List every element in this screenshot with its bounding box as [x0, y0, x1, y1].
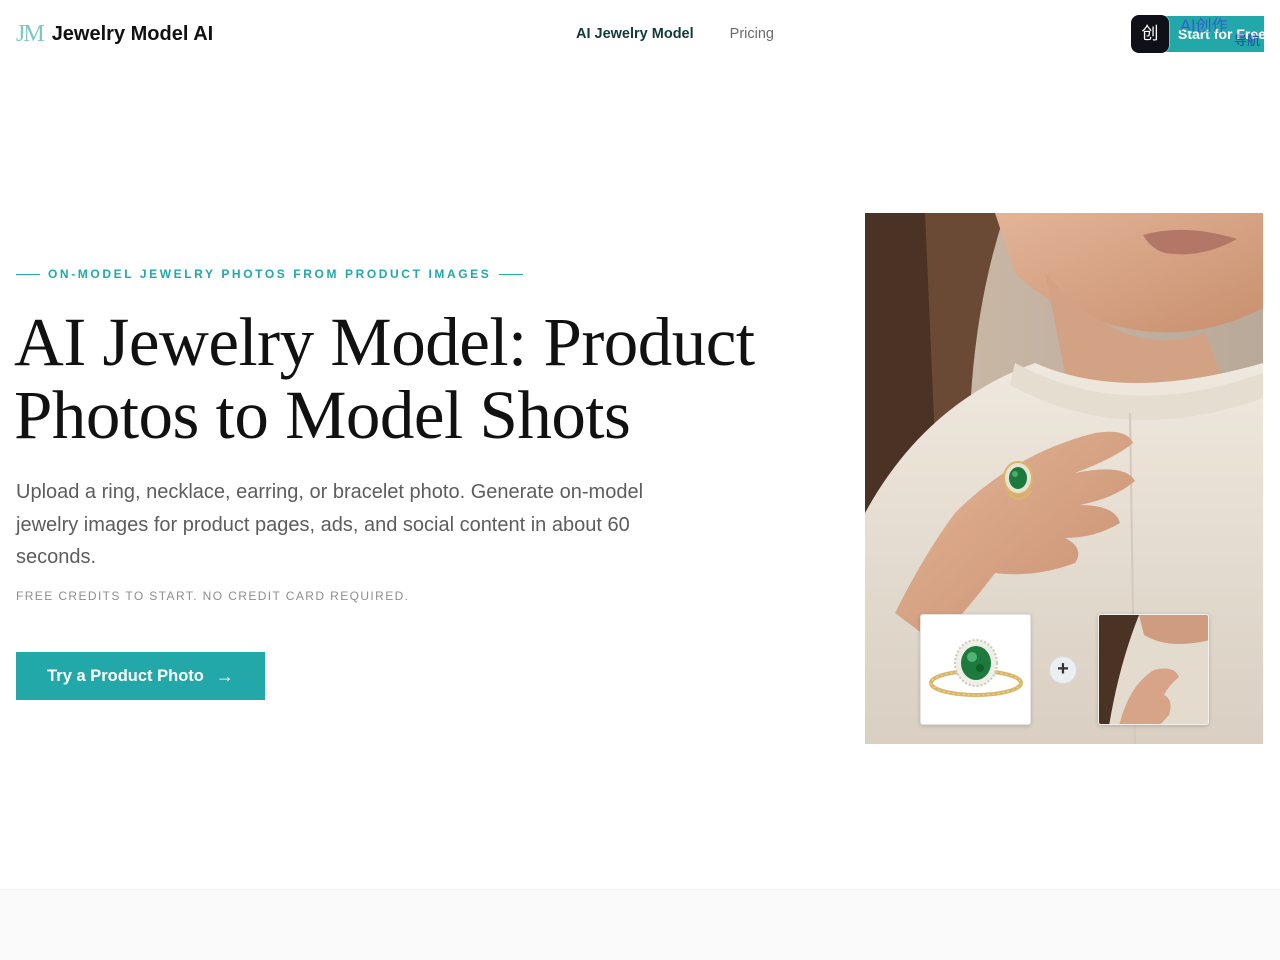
eyebrow-text: ON-MODEL JEWELRY PHOTOS FROM PRODUCT IMA…	[48, 267, 492, 281]
nav-link-pricing[interactable]: Pricing	[730, 24, 774, 44]
extension-label: AI创作	[1180, 16, 1228, 35]
site-header: JM Jewelry Model AI AI Jewelry Model Pri…	[0, 0, 1280, 68]
plus-icon: +	[1049, 656, 1077, 684]
eyebrow-line-left	[16, 273, 40, 275]
eyebrow-line-right	[499, 273, 524, 275]
extension-badge-icon[interactable]: 创	[1131, 15, 1169, 53]
hero-eyebrow: ON-MODEL JEWELRY PHOTOS FROM PRODUCT IMA…	[16, 266, 524, 282]
brand-name: Jewelry Model AI	[51, 23, 214, 45]
next-section-band	[0, 889, 1280, 960]
hero-model-image: +	[865, 213, 1263, 744]
extension-sublabel: 导航	[1234, 34, 1261, 49]
main-nav: AI Jewelry Model Pricing	[576, 24, 774, 44]
extension-overlay[interactable]: AI创作 导航	[1176, 18, 1262, 50]
logo-mark: JM	[16, 21, 45, 47]
free-credits-note: FREE CREDITS TO START. NO CREDIT CARD RE…	[16, 589, 410, 603]
arrow-right-icon: →	[215, 666, 234, 686]
nav-link-ai-jewelry-model[interactable]: AI Jewelry Model	[576, 24, 694, 44]
model-pose-image	[1099, 615, 1208, 724]
emerald-ring-image	[921, 615, 1030, 724]
try-product-photo-button[interactable]: Try a Product Photo →	[16, 652, 265, 700]
try-product-photo-label: Try a Product Photo	[47, 667, 204, 685]
product-thumbnail-ring	[920, 614, 1031, 725]
hero-subtitle: Upload a ring, necklace, earring, or bra…	[16, 481, 644, 568]
model-thumbnail	[1098, 614, 1209, 725]
hero-title-line-1: AI Jewelry Model: Product	[14, 304, 755, 380]
brand-logo-link[interactable]: JM Jewelry Model AI	[16, 18, 213, 50]
hero-title-line-2: Photos to Model Shots	[14, 377, 631, 453]
hero-title: AI Jewelry Model: Product Photos to Mode…	[14, 306, 814, 452]
